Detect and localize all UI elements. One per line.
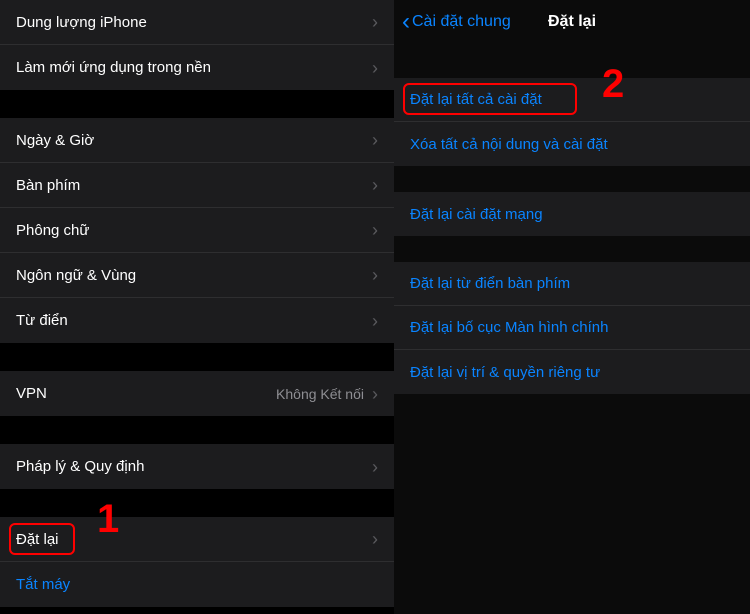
row-label: Bàn phím bbox=[16, 177, 372, 194]
reset-group-2: Đặt lại cài đặt mạng bbox=[394, 192, 750, 236]
row-label: Đặt lại vị trí & quyền riêng tư bbox=[410, 364, 734, 381]
settings-group-datetime: Ngày & Giờ › Bàn phím › Phông chữ › Ngôn… bbox=[0, 118, 394, 343]
row-keyboard[interactable]: Bàn phím › bbox=[0, 163, 394, 208]
chevron-right-icon: › bbox=[372, 59, 378, 77]
chevron-right-icon: › bbox=[372, 266, 378, 284]
row-label: Đặt lại cài đặt mạng bbox=[410, 206, 734, 223]
row-reset-keyboard-dict[interactable]: Đặt lại từ điển bàn phím bbox=[394, 262, 750, 306]
row-label: Đặt lại tất cả cài đặt bbox=[410, 91, 734, 108]
chevron-right-icon: › bbox=[372, 385, 378, 403]
chevron-left-icon: ‹ bbox=[402, 10, 410, 34]
row-label: Đặt lại bố cục Màn hình chính bbox=[410, 319, 734, 336]
row-label: Đặt lại bbox=[16, 531, 372, 548]
row-reset[interactable]: Đặt lại › bbox=[0, 517, 394, 562]
row-dictionary[interactable]: Từ điển › bbox=[0, 298, 394, 343]
chevron-right-icon: › bbox=[372, 312, 378, 330]
row-legal[interactable]: Pháp lý & Quy định › bbox=[0, 444, 394, 489]
row-label: Ngôn ngữ & Vùng bbox=[16, 267, 372, 284]
row-fonts[interactable]: Phông chữ › bbox=[0, 208, 394, 253]
page-title: Đặt lại bbox=[548, 13, 596, 31]
row-erase-all-content[interactable]: Xóa tất cả nội dung và cài đặt bbox=[394, 122, 750, 166]
row-reset-home-layout[interactable]: Đặt lại bố cục Màn hình chính bbox=[394, 306, 750, 350]
row-reset-network[interactable]: Đặt lại cài đặt mạng bbox=[394, 192, 750, 236]
chevron-right-icon: › bbox=[372, 176, 378, 194]
row-label: Phông chữ bbox=[16, 222, 372, 239]
reset-group-1: Đặt lại tất cả cài đặt Xóa tất cả nội du… bbox=[394, 78, 750, 166]
chevron-right-icon: › bbox=[372, 530, 378, 548]
row-date-time[interactable]: Ngày & Giờ › bbox=[0, 118, 394, 163]
row-background-refresh[interactable]: Làm mới ứng dụng trong nền › bbox=[0, 45, 394, 90]
row-shutdown[interactable]: Tắt máy bbox=[0, 562, 394, 607]
chevron-right-icon: › bbox=[372, 221, 378, 239]
row-reset-all-settings[interactable]: Đặt lại tất cả cài đặt bbox=[394, 78, 750, 122]
settings-group-reset: Đặt lại › Tắt máy bbox=[0, 517, 394, 607]
settings-general-pane: Dung lượng iPhone › Làm mới ứng dụng tro… bbox=[0, 0, 394, 614]
back-label: Cài đặt chung bbox=[412, 13, 511, 31]
row-label: Làm mới ứng dụng trong nền bbox=[16, 59, 372, 76]
chevron-right-icon: › bbox=[372, 458, 378, 476]
row-label: Xóa tất cả nội dung và cài đặt bbox=[410, 136, 734, 153]
chevron-right-icon: › bbox=[372, 13, 378, 31]
row-label: Dung lượng iPhone bbox=[16, 14, 372, 31]
row-label: Ngày & Giờ bbox=[16, 132, 372, 149]
row-label: Tắt máy bbox=[16, 576, 378, 593]
row-label: Pháp lý & Quy định bbox=[16, 458, 372, 475]
row-language-region[interactable]: Ngôn ngữ & Vùng › bbox=[0, 253, 394, 298]
settings-group-vpn: VPN Không Kết nối › bbox=[0, 371, 394, 416]
chevron-right-icon: › bbox=[372, 131, 378, 149]
row-label: Đặt lại từ điển bàn phím bbox=[410, 275, 734, 292]
settings-group-legal: Pháp lý & Quy định › bbox=[0, 444, 394, 489]
row-reset-location-privacy[interactable]: Đặt lại vị trí & quyền riêng tư bbox=[394, 350, 750, 394]
nav-header: ‹ Cài đặt chung Đặt lại bbox=[394, 0, 750, 44]
reset-pane: ‹ Cài đặt chung Đặt lại Đặt lại tất cả c… bbox=[394, 0, 750, 614]
row-vpn[interactable]: VPN Không Kết nối › bbox=[0, 371, 394, 416]
row-label: Từ điển bbox=[16, 312, 372, 329]
row-value: Không Kết nối bbox=[276, 386, 364, 402]
reset-group-3: Đặt lại từ điển bàn phím Đặt lại bố cục … bbox=[394, 262, 750, 394]
settings-group-storage: Dung lượng iPhone › Làm mới ứng dụng tro… bbox=[0, 0, 394, 90]
row-iphone-storage[interactable]: Dung lượng iPhone › bbox=[0, 0, 394, 45]
back-button[interactable]: ‹ Cài đặt chung bbox=[402, 10, 511, 34]
row-label: VPN bbox=[16, 385, 276, 402]
